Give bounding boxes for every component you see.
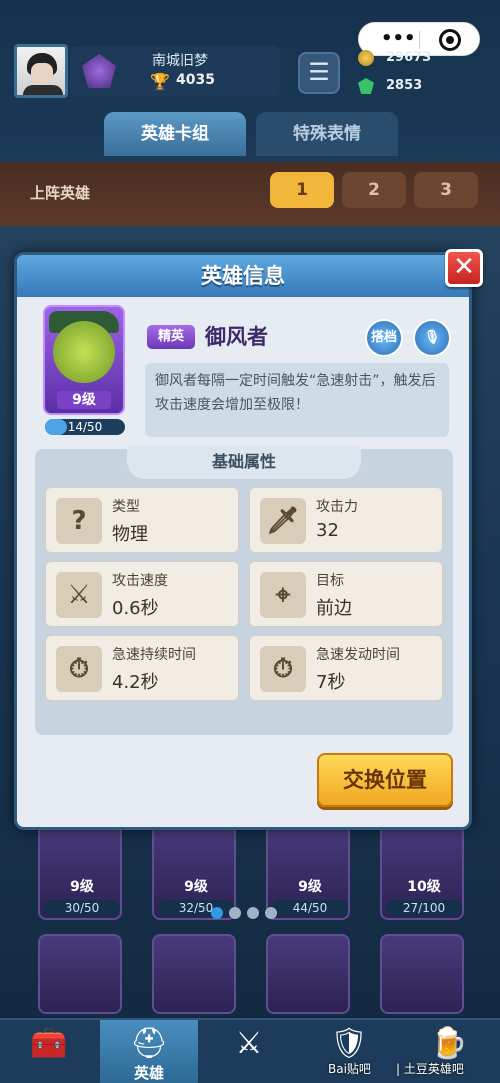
attribute-attack-speed: ⚔ 攻击速度 0.6秒 [45, 561, 239, 627]
gem-amount: 2853 [386, 78, 423, 93]
card-level: 10级 [407, 879, 441, 895]
nav-item-battle[interactable]: ⚔ [200, 1020, 298, 1083]
swap-position-button[interactable]: 交换位置 [317, 753, 453, 807]
chest-icon: 🧰 [30, 1026, 68, 1061]
card-progress: 30/50 [44, 900, 120, 916]
fast-sword-icon: ⚔ [56, 572, 102, 618]
attribute-type: ? 类型 物理 [45, 487, 239, 553]
arrow-clock-icon: ⏱ [56, 646, 102, 692]
hero-level: 9级 [57, 391, 111, 409]
page-dot[interactable] [211, 907, 223, 919]
page-dot[interactable] [265, 907, 277, 919]
rarity-badge: 精英 [147, 325, 195, 349]
lineup-label: 上阵英雄 [30, 184, 91, 202]
lineup-slot-2[interactable]: 2 [342, 172, 406, 208]
hero-card[interactable] [266, 934, 350, 1014]
hero-card[interactable] [380, 934, 464, 1014]
trophy-icon: 🏆 [150, 72, 170, 91]
hero-card[interactable] [152, 934, 236, 1014]
hero-card[interactable]: 10级 27/100 [380, 820, 464, 920]
watermark-baidu: Bai贴吧 [328, 1062, 371, 1076]
page-dot[interactable] [247, 907, 259, 919]
close-button[interactable]: ✕ [445, 249, 483, 287]
gold-counter: 29673 [358, 48, 478, 70]
tab-special-emotes[interactable]: 特殊表情 [256, 112, 398, 156]
arrow-clock-icon: ⏱ [260, 646, 306, 692]
hero-card[interactable] [38, 934, 122, 1014]
hero-name: 御风者 [205, 325, 268, 349]
coin-icon [358, 50, 374, 66]
page-dot[interactable] [229, 907, 241, 919]
microphone-button[interactable]: 🎙 [413, 319, 451, 357]
question-icon: ? [56, 498, 102, 544]
top-bar: 南城旧梦 🏆 4035 ☰ ••• 29673 2853 [0, 0, 500, 110]
player-avatar[interactable] [14, 44, 68, 98]
attribute-target: ⌖ 目标 前边 [249, 561, 443, 627]
attributes-panel: 基础属性 ? 类型 物理 🗡 攻击力 32 ⚔ 攻击速度 0.6秒 ⌖ 目标 前… [35, 445, 453, 919]
lineup-bar: 上阵英雄 1 2 3 [0, 162, 500, 226]
hero-progress-text: 14/50 [67, 420, 103, 434]
card-level: 9级 [298, 879, 322, 895]
helmet-icon: ⛑ [129, 1026, 169, 1061]
menu-button[interactable]: ☰ [298, 52, 340, 94]
rank-badge-icon [82, 54, 116, 88]
tab-hero-deck[interactable]: 英雄卡组 [104, 112, 246, 156]
trophy-count: 4035 [176, 72, 215, 88]
gem-icon [358, 78, 374, 94]
swords-icon: ⚔ [235, 1026, 263, 1061]
nav-item-heroes[interactable]: ⛑ 英雄 [100, 1020, 198, 1083]
card-level: 9级 [70, 879, 94, 895]
attribute-attack: 🗡 攻击力 32 [249, 487, 443, 553]
crosshair-icon: ⌖ [260, 572, 306, 618]
lineup-slot-1[interactable]: 1 [270, 172, 334, 208]
attribute-rapid-duration: ⏱ 急速持续时间 4.2秒 [45, 635, 239, 701]
more-icon[interactable]: ••• [381, 28, 416, 49]
gem-counter: 2853 [358, 76, 478, 98]
lineup-slot-3[interactable]: 3 [414, 172, 478, 208]
attribute-rapid-trigger: ⏱ 急速发动时间 7秒 [249, 635, 443, 701]
gold-amount: 29673 [386, 50, 432, 65]
watermark-forum: | 土豆英雄吧 [396, 1062, 464, 1076]
nav-label-heroes: 英雄 [133, 1064, 164, 1082]
player-name: 南城旧梦 [152, 53, 208, 69]
hero-portrait: 9级 [43, 305, 125, 415]
hero-info-dialog: 英雄信息 ✕ 9级 14/50 精英 御风者 搭档 🎙 御风者每隔一定时间触发“… [14, 249, 483, 919]
nav-item-chest[interactable]: 🧰 [0, 1020, 98, 1083]
dialog-title: 英雄信息 [17, 255, 469, 297]
microphone-icon: 🎙 [423, 330, 441, 345]
badge-icon: 🛡 [329, 1026, 369, 1061]
card-level: 9级 [184, 879, 208, 895]
player-panel: 南城旧梦 🏆 4035 [70, 46, 280, 96]
hero-description: 御风者每隔一定时间触发“急速射击”，触发后攻击速度会增加至极限！ [145, 363, 449, 437]
partner-button[interactable]: 搭档 [365, 319, 403, 357]
hero-card[interactable]: 9级 32/50 [152, 820, 236, 920]
hero-card[interactable]: 9级 44/50 [266, 820, 350, 920]
attributes-title: 基础属性 [127, 445, 361, 479]
hero-card[interactable]: 9级 30/50 [38, 820, 122, 920]
mug-icon: 🍺 [430, 1026, 468, 1061]
card-progress: 27/100 [386, 900, 462, 916]
sword-icon: 🗡 [260, 498, 306, 544]
card-progress: 44/50 [272, 900, 348, 916]
hero-progress-bar: 14/50 [45, 419, 125, 435]
